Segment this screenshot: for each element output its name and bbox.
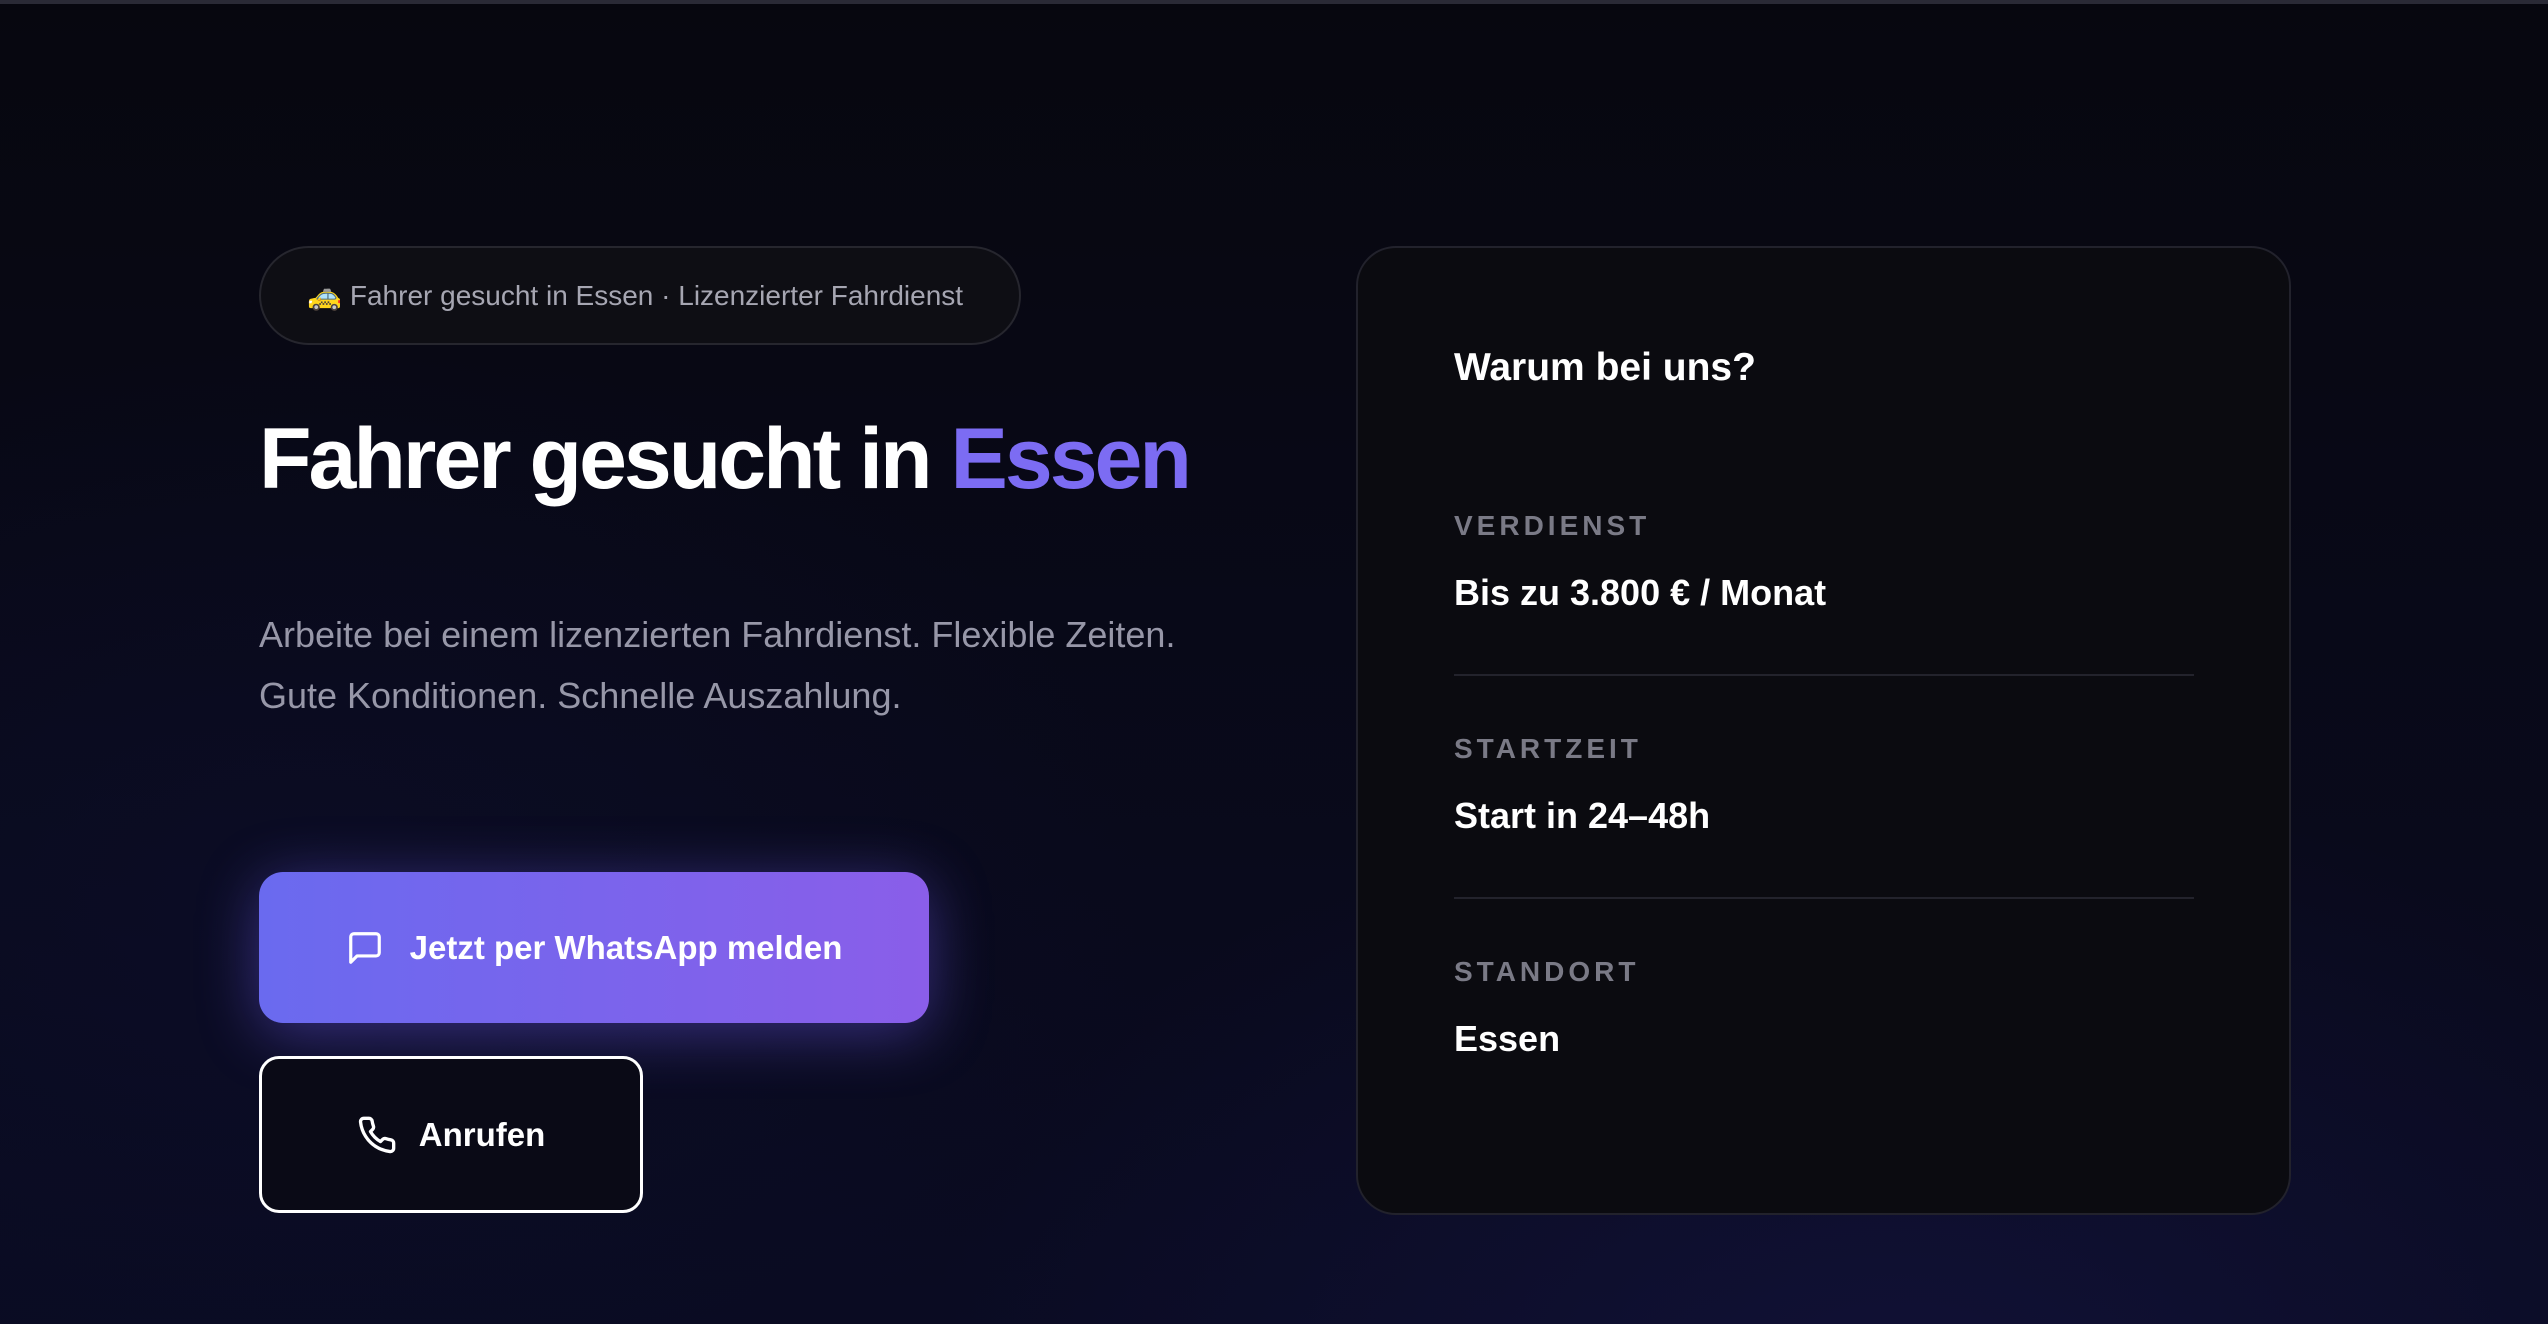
headline-accent: Essen [950,411,1192,507]
benefits-card: Warum bei uns? VERDIENST Bis zu 3.800 € … [1356,246,2291,1215]
call-button-label: Anrufen [418,1115,546,1153]
top-divider [0,0,2548,4]
message-icon [348,931,381,964]
page-title: Fahrer gesucht in Essen [259,410,1192,509]
hero-badge: 🚕 Fahrer gesucht in Essen · Lizenzierter… [259,246,1021,345]
badge-text: Fahrer gesucht in Essen · Lizenzierter F… [349,279,964,311]
benefit-value: Bis zu 3.800 € / Monat [1454,572,1827,613]
benefit-row-start: STARTZEIT Start in 24–48h [1454,733,2194,837]
benefit-row-location: STANDORT Essen [1454,956,2194,1060]
hero-description: Arbeite bei einem lizenzierten Fahrdiens… [259,604,1259,726]
card-divider [1454,674,2194,676]
whatsapp-button[interactable]: Jetzt per WhatsApp melden [259,872,929,1023]
benefit-row-earnings: VERDIENST Bis zu 3.800 € / Monat [1454,510,2194,614]
benefit-label: STARTZEIT [1454,733,1642,764]
call-button[interactable]: Anrufen [259,1056,643,1213]
card-divider [1454,897,2194,899]
benefit-label: STANDORT [1454,956,1640,987]
phone-icon [358,1116,396,1153]
headline-main: Fahrer gesucht in [259,411,951,507]
benefit-label: VERDIENST [1454,510,1651,541]
whatsapp-button-label: Jetzt per WhatsApp melden [409,928,843,966]
hero-description-line-2: Gute Konditionen. Schnelle Auszahlung. [259,675,902,716]
card-title: Warum bei uns? [1454,346,1756,389]
taxi-icon: 🚕 [307,280,342,311]
benefit-value: Start in 24–48h [1454,795,1711,836]
page: 🚕 Fahrer gesucht in Essen · Lizenzierter… [0,0,2548,1324]
hero-description-line-1: Arbeite bei einem lizenzierten Fahrdiens… [259,614,1176,655]
benefit-value: Essen [1454,1018,1561,1059]
